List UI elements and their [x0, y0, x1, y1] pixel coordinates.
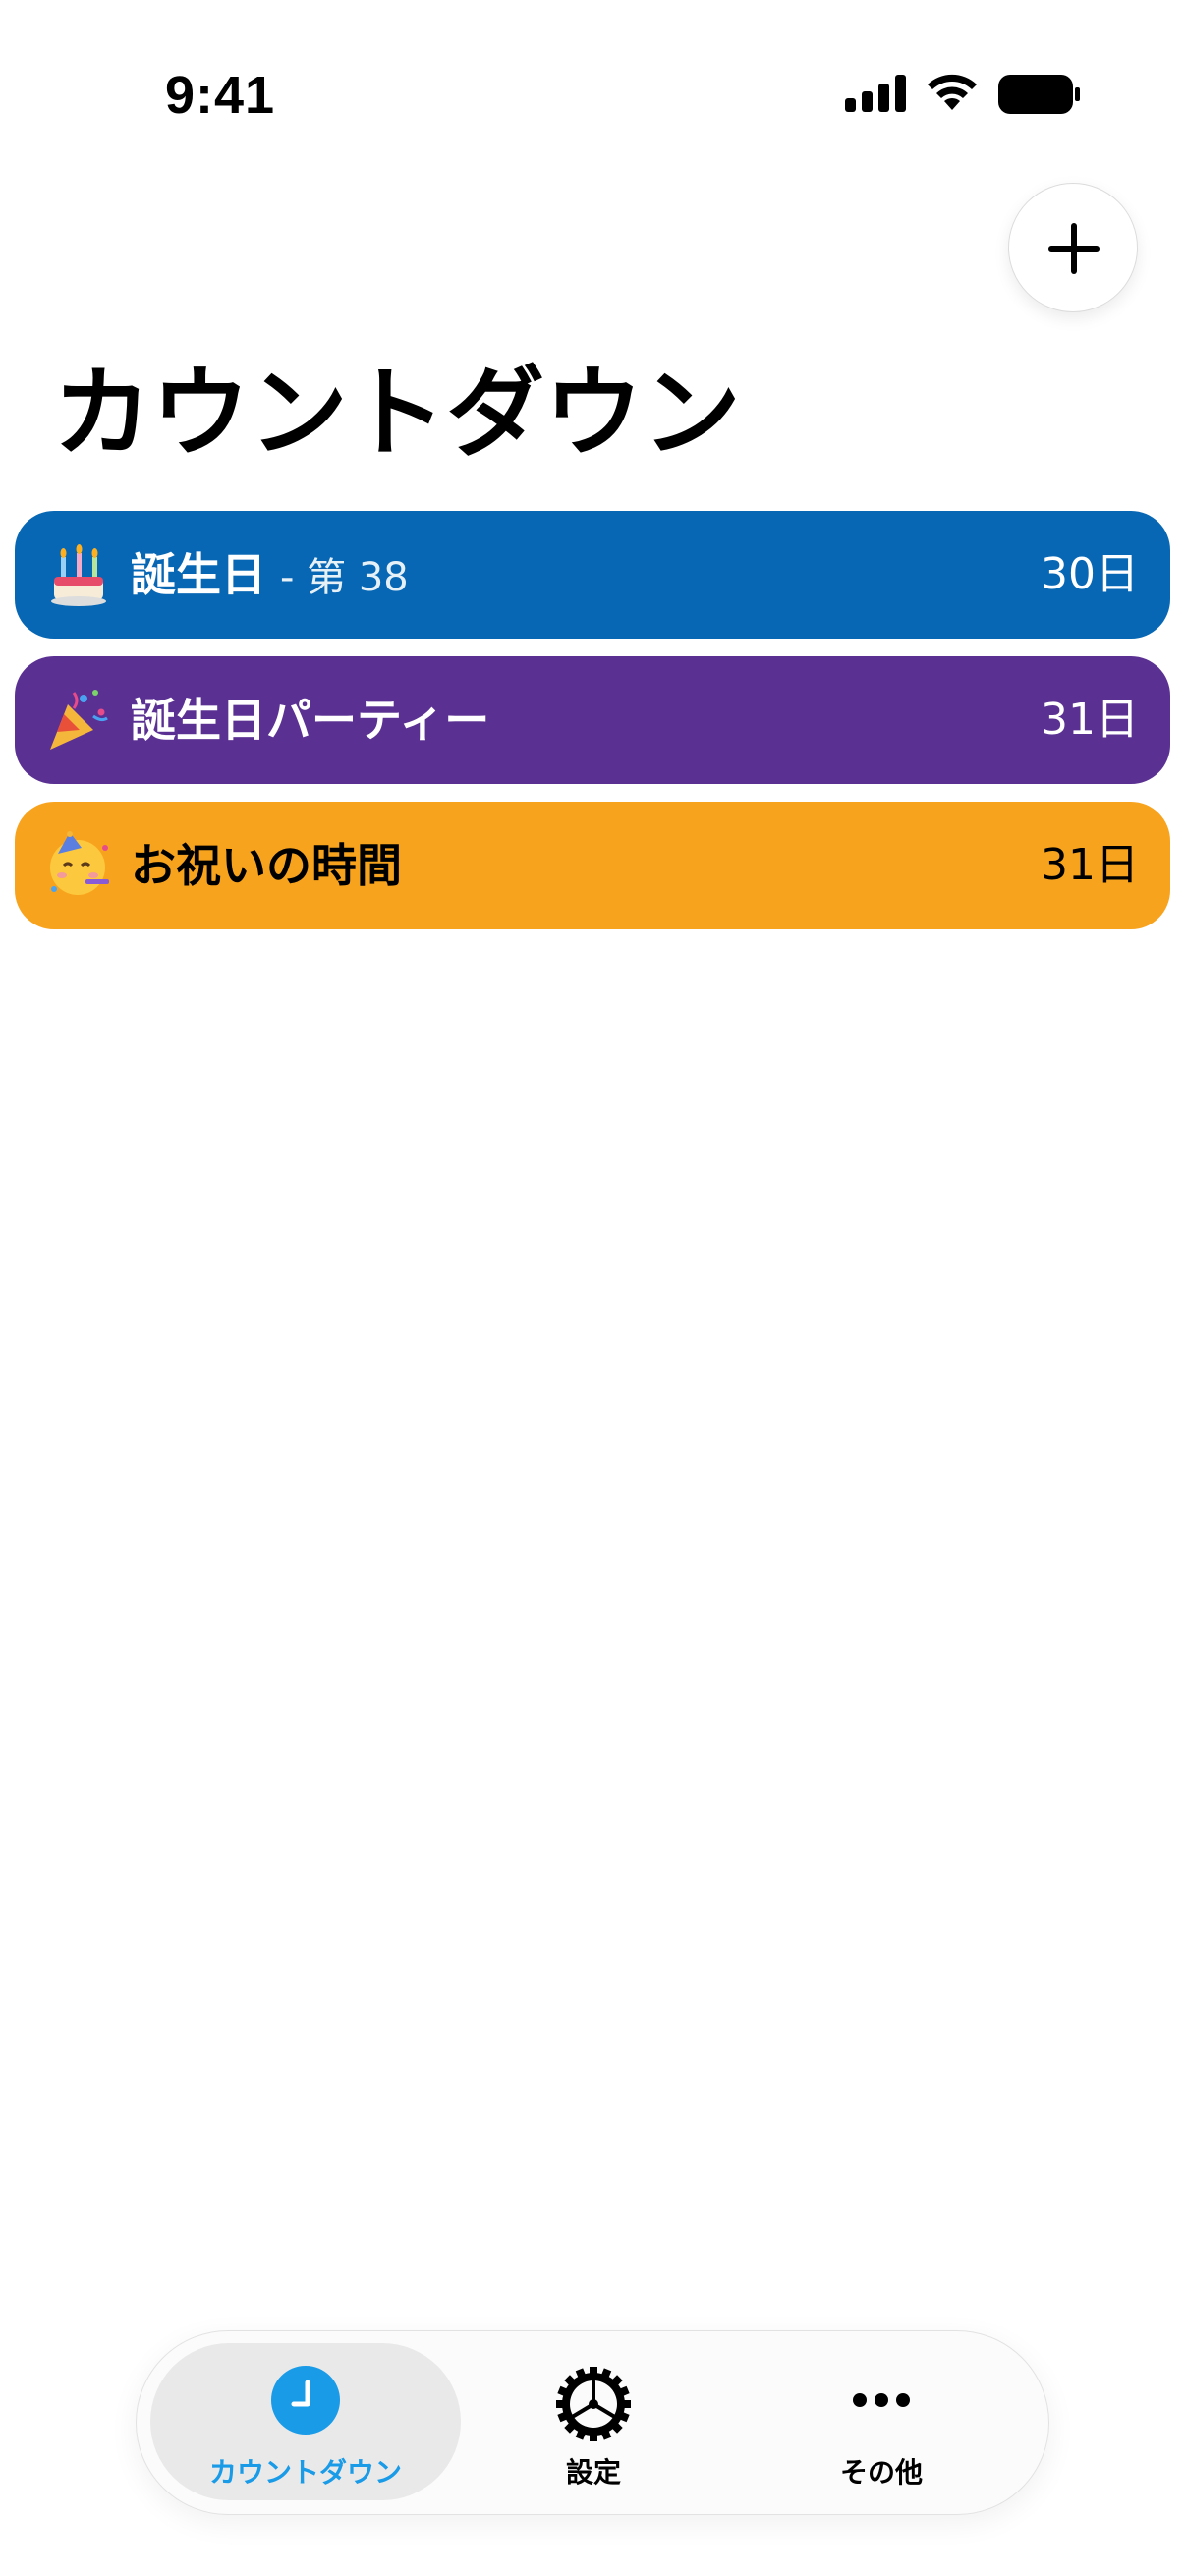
page-title: カウントダウン	[53, 356, 741, 471]
clock-icon	[271, 2366, 340, 2435]
countdown-days: 30日	[1041, 549, 1139, 599]
status-icons	[845, 71, 1091, 120]
countdown-days: 31日	[1041, 840, 1139, 890]
partying-face-icon	[50, 831, 109, 895]
countdown-row-celebration[interactable]: お祝いの時間 31日	[15, 802, 1170, 929]
gear-icon	[556, 2367, 631, 2441]
tab-countdown[interactable]: カウントダウン	[150, 2343, 461, 2500]
birthday-cake-icon	[51, 544, 106, 606]
countdown-list: 誕生日 - 第 38 30日 誕生日パーティー 31日 お祝いの時間 31日	[15, 511, 1170, 947]
countdown-row-birthday-party[interactable]: 誕生日パーティー 31日	[15, 656, 1170, 784]
tab-bar: カウントダウン 設定 その他	[136, 2330, 1049, 2515]
countdown-title-text: 誕生日パーティー	[131, 694, 490, 747]
tab-label: その他	[839, 2456, 923, 2489]
countdown-title: 誕生日 - 第 38	[131, 511, 409, 639]
countdown-days: 31日	[1041, 695, 1139, 745]
countdown-title-text: 誕生日	[131, 548, 266, 601]
status-time: 9:41	[165, 66, 276, 125]
countdown-row-birthday[interactable]: 誕生日 - 第 38 30日	[15, 511, 1170, 639]
battery-icon	[998, 75, 1080, 114]
plus-icon	[1048, 223, 1100, 274]
status-bar: 9:41	[0, 0, 1185, 177]
party-popper-icon	[50, 690, 108, 750]
add-countdown-button[interactable]	[1008, 183, 1138, 312]
tab-label: 設定	[565, 2456, 621, 2489]
more-icon	[853, 2393, 910, 2407]
countdown-title: お祝いの時間	[131, 802, 402, 929]
tab-more[interactable]: その他	[726, 2343, 1037, 2500]
countdown-title-text: お祝いの時間	[131, 839, 402, 892]
wifi-icon	[928, 74, 977, 110]
tab-label: カウントダウン	[208, 2456, 402, 2489]
cellular-signal-icon	[845, 75, 906, 112]
tab-settings[interactable]: 設定	[438, 2343, 749, 2500]
countdown-title: 誕生日パーティー	[131, 656, 489, 784]
countdown-subtitle: - 第 38	[280, 555, 409, 600]
